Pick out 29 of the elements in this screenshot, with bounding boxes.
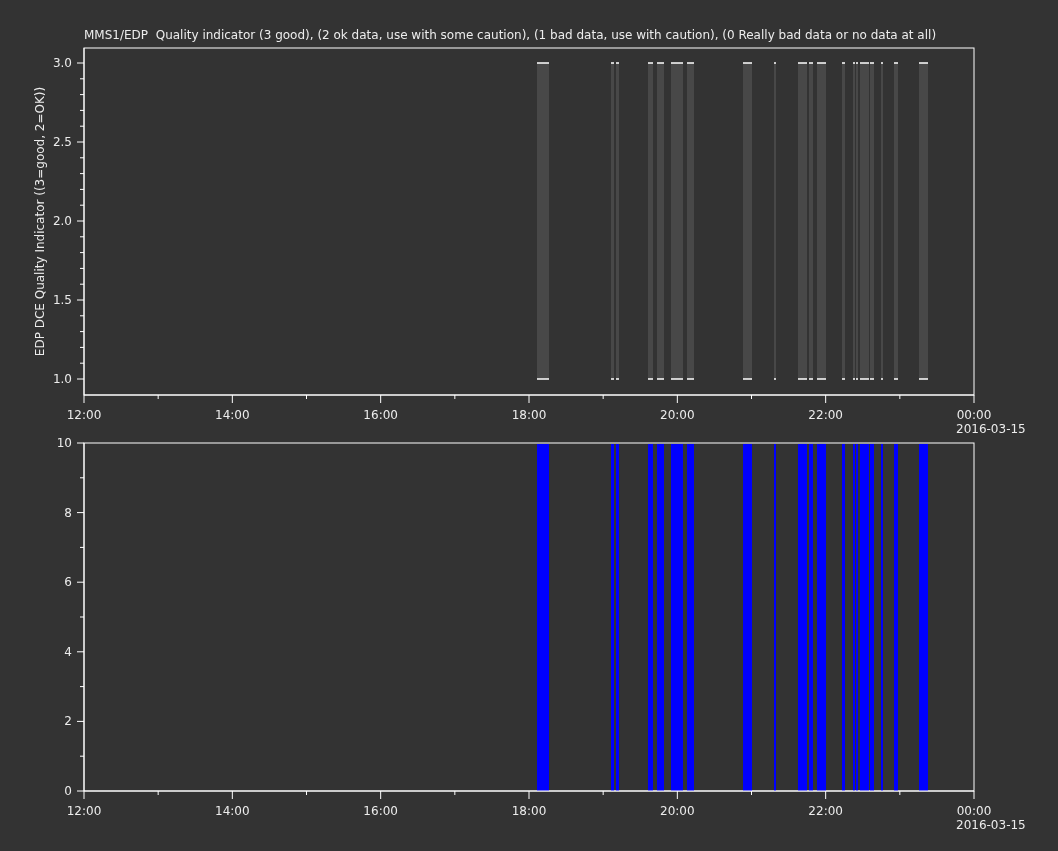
tick-label: 14:00 [215, 408, 250, 422]
date-label: 2016-03-15 [956, 818, 1026, 832]
tick-label: 2 [64, 714, 72, 729]
tick-label: 16:00 [363, 408, 398, 422]
tick-label: 1.0 [52, 372, 72, 386]
chart-title: MMS1/EDP Quality indicator (3 good), (2 ok data, use with some caution), (1 bad data, use with caution), (0 Really bad data or no data at all) [84, 28, 937, 42]
tick-label: 18:00 [511, 408, 547, 422]
tick-label: 22:00 [808, 408, 843, 422]
tick-label: 20:00 [660, 408, 695, 422]
tick-label: 3.0 [52, 56, 72, 70]
tick-label: 18:00 [511, 804, 547, 818]
tick-label: 6 [64, 575, 72, 590]
tick-label: 00:00 [956, 804, 992, 818]
tick-label: 00:00 [956, 408, 992, 422]
tick-label: 12:00 [66, 408, 102, 422]
tick-label: 4 [64, 644, 72, 659]
tick-label: 20:00 [660, 804, 695, 818]
tick-label: 16:00 [363, 804, 398, 818]
tick-label: 14:00 [215, 804, 250, 818]
tick-label: 0 [64, 784, 72, 798]
date-label: 2016-03-15 [956, 422, 1026, 436]
tick-label: 22:00 [808, 804, 843, 818]
y-axis-label: EDP DCE Quality Indicator ((3=good, 2=OK)) [33, 86, 47, 357]
tick-label: 2.5 [52, 135, 72, 149]
tick-label: 8 [64, 505, 72, 520]
tick-label: 12:00 [66, 804, 102, 818]
tick-label: 1.5 [52, 293, 72, 307]
tick-label: 10 [56, 436, 72, 450]
tick-label: 2.0 [52, 214, 72, 228]
